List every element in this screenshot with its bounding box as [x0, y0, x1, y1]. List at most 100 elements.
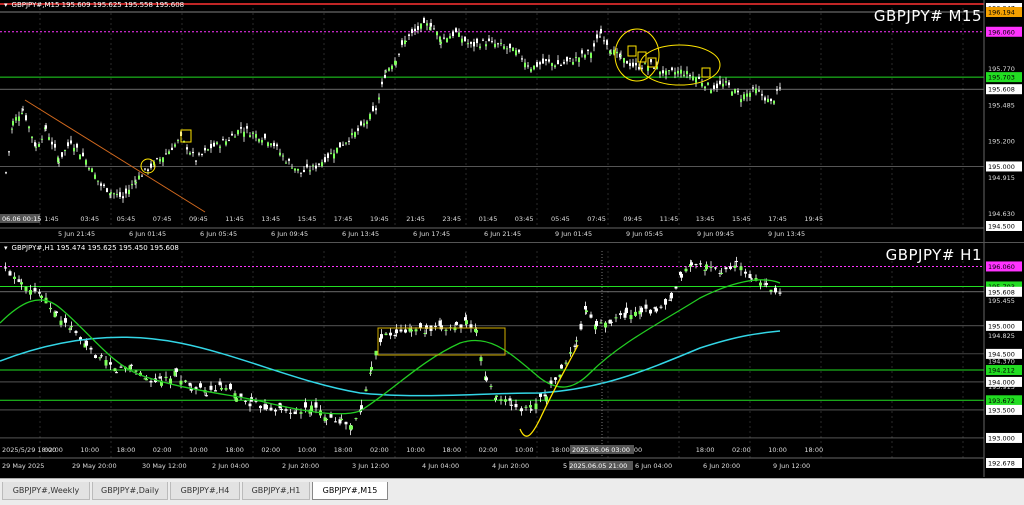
candle-body: [131, 184, 133, 186]
candle-body: [8, 271, 12, 276]
candle-body: [94, 355, 97, 359]
m15-chart-pane[interactable]: 196.247196.194196.060195.703195.608195.7…: [0, 0, 1024, 242]
y-tick-label: 194.630: [988, 210, 1015, 218]
x-tick-label: 6 Jun 13:45: [342, 230, 379, 238]
candle-body: [461, 38, 463, 43]
candle-body: [248, 403, 252, 407]
candle-body: [20, 282, 23, 285]
x-tick-label: 6 Jun 17:45: [413, 230, 450, 238]
candle-body: [348, 140, 350, 142]
candle-body: [125, 188, 127, 194]
candle-body: [539, 62, 541, 65]
price-tag-label: 195.608: [988, 86, 1015, 94]
h1-chart-pane[interactable]: 196.060195.703195.608194.212193.672192.6…: [0, 243, 1024, 477]
candle-body: [560, 364, 563, 369]
candle-body: [264, 133, 266, 139]
tab-weekly[interactable]: GBPJPY#,Weekly: [2, 482, 90, 500]
y-tick-label: 194.370: [988, 358, 1015, 366]
candle-body: [309, 170, 311, 172]
candle-body: [684, 268, 688, 272]
x-tick-label: 07:45: [153, 215, 172, 223]
candle-body: [207, 149, 209, 151]
candle-body: [267, 142, 269, 147]
candle-body: [725, 81, 727, 83]
collapse-icon[interactable]: ▾: [4, 244, 8, 252]
candle-body: [740, 98, 742, 103]
candle-body: [198, 153, 200, 155]
tab-m15[interactable]: GBPJPY#,M15: [312, 482, 388, 500]
candle-body: [162, 157, 164, 163]
candle-body: [773, 100, 775, 104]
x-tick-label: 2 Jun 04:00: [212, 462, 249, 470]
h1-chart-canvas[interactable]: 196.060195.703195.608194.212193.672192.6…: [0, 243, 1024, 477]
m15-chart-canvas[interactable]: 196.247196.194196.060195.703195.608195.7…: [0, 0, 1024, 242]
candle-body: [374, 350, 378, 356]
candle-body: [237, 130, 239, 135]
candle-body: [764, 97, 766, 101]
y-tick-label: 194.500: [988, 223, 1015, 231]
candle-body: [585, 310, 588, 313]
tab-daily[interactable]: GBPJPY#,Daily: [92, 482, 168, 500]
candle-body: [165, 153, 167, 155]
candle-body: [625, 307, 628, 313]
candle-body: [603, 40, 605, 42]
candle-body: [566, 56, 568, 62]
candle-body: [767, 98, 769, 103]
candle-body: [581, 50, 583, 54]
candle-body: [48, 137, 50, 140]
x-tick-label: 19:45: [370, 215, 389, 223]
collapse-icon[interactable]: ▾: [4, 1, 8, 9]
x-tick-label: 02:00: [261, 446, 280, 454]
y-tick-label: 195.000: [988, 322, 1015, 330]
resize-grip: [914, 499, 954, 502]
candle-body: [70, 326, 73, 328]
candle-body: [521, 58, 523, 60]
candle-body: [119, 366, 123, 368]
candle-body: [209, 385, 213, 390]
candle-body: [455, 321, 458, 325]
x-tick-label: 17:45: [768, 215, 787, 223]
candle-body: [608, 319, 612, 324]
h1-ohlc-readout: GBPJPY#,H1 195.474 195.625 195.450 195.6…: [11, 244, 179, 252]
candle-body: [5, 172, 7, 174]
candle-body: [662, 70, 664, 74]
x-tick-label: 18:00: [334, 446, 353, 454]
x-tick-label: 6 Jun 05:45: [200, 230, 237, 238]
candle-body: [680, 273, 683, 278]
x-tick-label: 18:00: [442, 446, 461, 454]
candle-body: [626, 61, 628, 64]
y-tick-label: 193.000: [988, 434, 1015, 442]
candle-body: [306, 164, 308, 168]
x-tick-label: 09:45: [189, 215, 208, 223]
candle-body: [291, 167, 293, 169]
candle-body: [354, 132, 356, 138]
candle-body: [497, 43, 499, 45]
candle-body: [192, 151, 194, 154]
candle-body: [310, 405, 313, 412]
candle-body: [360, 121, 362, 126]
x-tick-label: 11:45: [225, 215, 244, 223]
candle-body: [246, 126, 248, 129]
candle-body: [692, 76, 694, 80]
x-tick-label: 07:45: [587, 215, 606, 223]
candle-body: [179, 380, 183, 385]
candle-body: [620, 55, 622, 57]
candle-body: [231, 133, 233, 136]
x-tick-label: 17:45: [334, 215, 353, 223]
x-tick-label: 11:45: [660, 215, 679, 223]
candle-body: [276, 144, 278, 147]
candle-body: [529, 405, 532, 408]
annotation-box: [701, 67, 711, 78]
candle-body: [130, 364, 133, 366]
candle-body: [293, 411, 297, 415]
candle-body: [476, 38, 478, 44]
candle-body: [533, 65, 535, 70]
candle-body: [15, 117, 17, 121]
tab-h1[interactable]: GBPJPY#,H1: [242, 482, 310, 500]
candle-body: [297, 168, 299, 171]
x-tick-label: 18:00: [804, 446, 823, 454]
candle-body: [443, 37, 445, 39]
tab-h4[interactable]: GBPJPY#,H4: [170, 482, 240, 500]
candle-body: [469, 324, 473, 328]
candle-body: [156, 158, 158, 160]
